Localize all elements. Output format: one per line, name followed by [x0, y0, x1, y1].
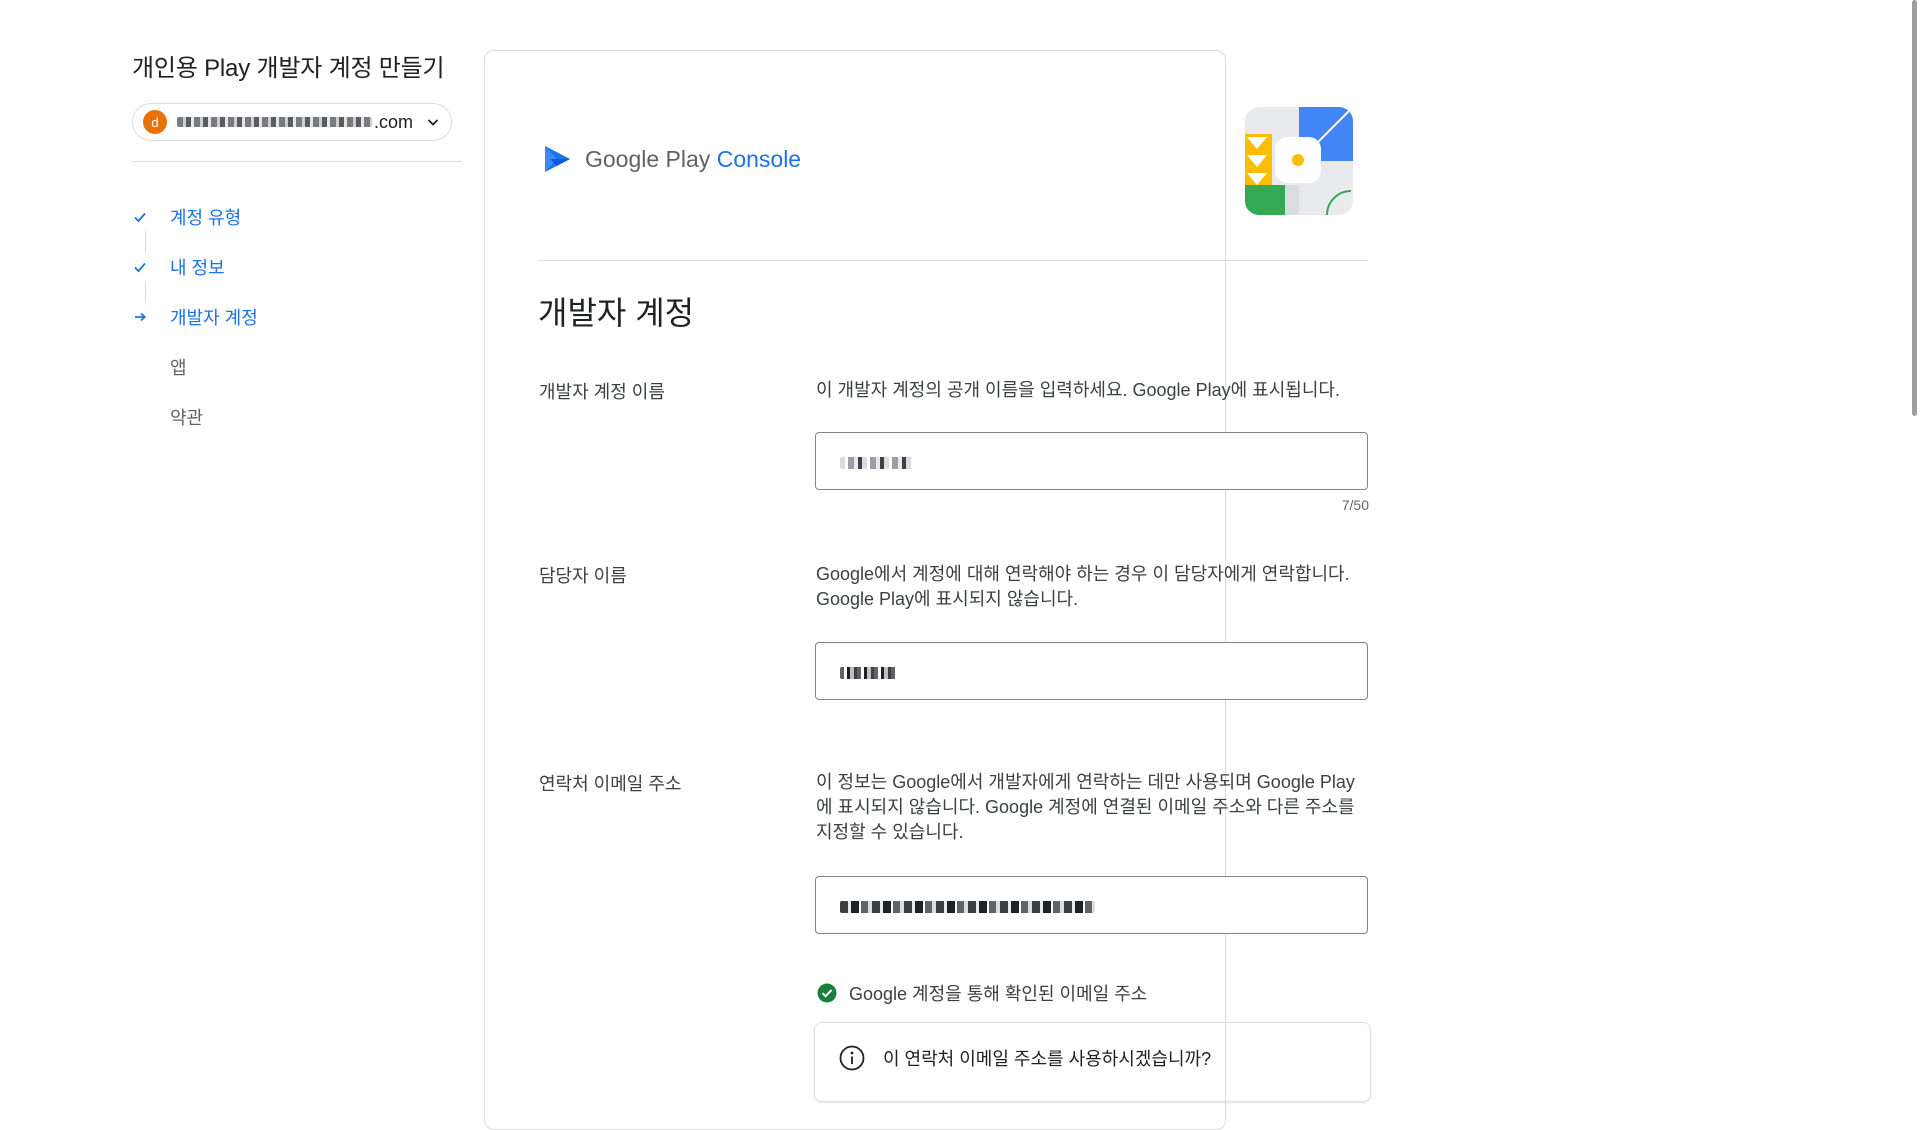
developer-name-description: 이 개발자 계정의 공개 이름을 입력하세요. Google Play에 표시됩…	[816, 380, 1340, 400]
left-panel: 개인용 Play 개발자 계정 만들기 d .com 계정 유형 내 정보 개발…	[132, 48, 462, 428]
check-icon	[134, 212, 146, 223]
brand-console: Console	[716, 145, 802, 172]
developer-name-label: 개발자 계정 이름	[539, 382, 665, 402]
arrow-right-icon	[135, 312, 147, 322]
contact-name-label: 담당자 이름	[539, 566, 627, 586]
step-terms: 약관	[132, 402, 203, 432]
contact-email-input[interactable]	[815, 876, 1368, 934]
info-icon	[839, 1045, 865, 1071]
step-developer-account[interactable]: 개발자 계정	[132, 302, 258, 332]
account-email-suffix: .com	[374, 111, 414, 132]
page-scrollbar[interactable]	[1910, 0, 1920, 1080]
chevron-down-icon	[427, 119, 439, 126]
use-email-prompt: 이 연락처 이메일 주소를 사용하시겠습니까?	[814, 1022, 1371, 1102]
developer-name-input[interactable]	[815, 432, 1368, 490]
brand-name: Google Play Console	[585, 146, 801, 173]
verified-status: Google 계정을 통해 확인된 이메일 주소	[817, 980, 1147, 1006]
step-label: 개발자 계정	[170, 308, 258, 328]
redacted-value	[840, 457, 912, 469]
contact-email-label: 연락처 이메일 주소	[539, 774, 682, 794]
account-email-redacted	[177, 117, 372, 127]
contact-email-description: 이 정보는 Google에서 개발자에게 연락하는 데만 사용되며 Google…	[816, 772, 1355, 842]
check-icon	[134, 262, 146, 273]
step-label: 앱	[170, 358, 187, 378]
left-divider	[132, 161, 462, 162]
step-account-type[interactable]: 계정 유형	[132, 202, 241, 232]
contact-name-input[interactable]	[815, 642, 1368, 700]
step-connector	[145, 231, 146, 253]
page-title: 개인용 Play 개발자 계정 만들기	[132, 55, 445, 82]
section-title: 개발자 계정	[538, 295, 695, 331]
hero-illustration	[1245, 107, 1353, 215]
card-divider	[538, 260, 1368, 261]
step-my-info[interactable]: 내 정보	[132, 252, 225, 282]
redacted-value	[840, 667, 898, 679]
play-console-icon	[545, 146, 570, 172]
step-connector	[145, 281, 146, 303]
brand-google-play: Google Play	[585, 145, 711, 172]
character-counter: 7/50	[1341, 497, 1369, 513]
scrollbar-thumb[interactable]	[1912, 0, 1917, 416]
contact-name-description: Google에서 계정에 대해 연락해야 하는 경우 이 담당자에게 연락합니다…	[816, 564, 1350, 609]
redacted-value	[840, 901, 1095, 913]
account-switcher[interactable]: d .com	[132, 103, 452, 141]
check-circle-icon	[817, 983, 837, 1003]
verified-text: Google 계정을 통해 확인된 이메일 주소	[849, 984, 1148, 1004]
avatar: d	[143, 110, 167, 134]
step-label: 약관	[170, 408, 204, 428]
step-label: 계정 유형	[170, 208, 242, 228]
step-label: 내 정보	[170, 258, 225, 278]
play-console-logo: Google Play Console	[543, 143, 801, 175]
step-app: 앱	[132, 352, 187, 382]
prompt-text: 이 연락처 이메일 주소를 사용하시겠습니까?	[883, 1049, 1212, 1069]
